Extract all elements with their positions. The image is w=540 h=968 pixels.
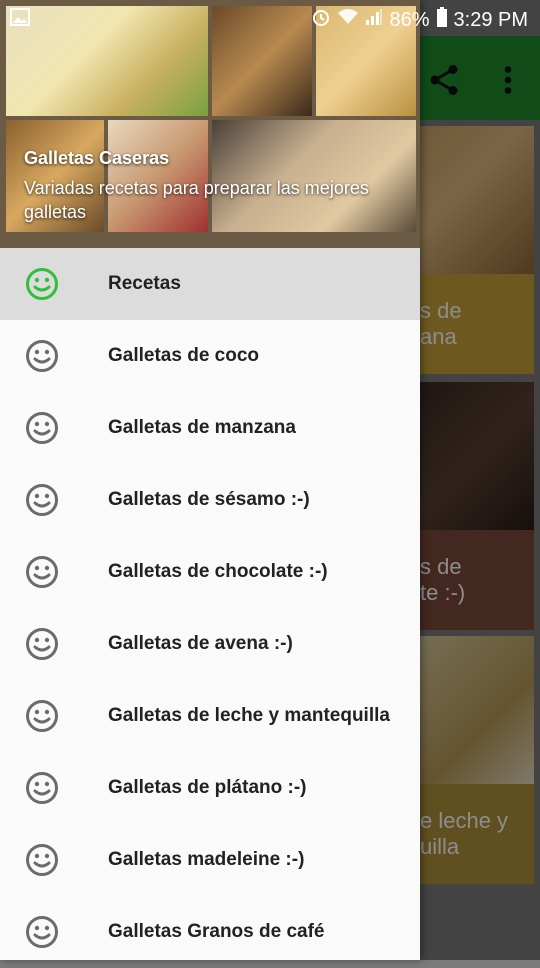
menu-item-label: Galletas de plátano :-) xyxy=(108,777,307,798)
smiley-icon xyxy=(26,268,58,300)
clock: 3:29 PM xyxy=(453,8,528,31)
image-notification-icon xyxy=(10,8,30,32)
menu-item-label: Galletas de chocolate :-) xyxy=(108,561,328,582)
smiley-icon xyxy=(26,916,58,948)
menu-item-chocolate[interactable]: Galletas de chocolate :-) xyxy=(0,536,420,608)
menu-item-label: Galletas madeleine :-) xyxy=(108,849,305,870)
smiley-icon xyxy=(26,340,58,372)
menu-item-label: Recetas xyxy=(108,273,181,294)
menu-item-platano[interactable]: Galletas de plátano :-) xyxy=(0,752,420,824)
navigation-drawer: Galletas Caseras Variadas recetas para p… xyxy=(0,0,420,960)
menu-item-label: Galletas Granos de café xyxy=(108,921,325,942)
menu-item-avena[interactable]: Galletas de avena :-) xyxy=(0,608,420,680)
menu-item-label: Galletas de manzana xyxy=(108,417,296,438)
battery-icon xyxy=(436,7,448,33)
drawer-header: Galletas Caseras Variadas recetas para p… xyxy=(0,0,420,248)
alarm-icon xyxy=(311,7,331,33)
menu-item-leche-mantequilla[interactable]: Galletas de leche y mantequilla xyxy=(0,680,420,752)
menu-item-label: Galletas de sésamo :-) xyxy=(108,489,310,510)
drawer-header-subtitle: Variadas recetas para preparar las mejor… xyxy=(24,178,369,222)
menu-item-label: Galletas de leche y mantequilla xyxy=(108,705,390,726)
drawer-menu: Recetas Galletas de coco Galletas de man… xyxy=(0,248,420,968)
wifi-icon xyxy=(337,8,359,32)
signal-icon xyxy=(365,8,383,32)
drawer-header-title: Galletas Caseras xyxy=(24,148,170,168)
smiley-icon xyxy=(26,556,58,588)
battery-percent: 86% xyxy=(389,8,430,31)
menu-item-label: Galletas de coco xyxy=(108,345,260,366)
menu-item-coco[interactable]: Galletas de coco xyxy=(0,320,420,392)
smiley-icon xyxy=(26,844,58,876)
smiley-icon xyxy=(26,412,58,444)
menu-item-granos-cafe[interactable]: Galletas Granos de café xyxy=(0,896,420,968)
menu-item-manzana[interactable]: Galletas de manzana xyxy=(0,392,420,464)
menu-item-label: Galletas de avena :-) xyxy=(108,633,293,654)
menu-item-recetas[interactable]: Recetas xyxy=(0,248,420,320)
smiley-icon xyxy=(26,484,58,516)
smiley-icon xyxy=(26,628,58,660)
menu-item-sesamo[interactable]: Galletas de sésamo :-) xyxy=(0,464,420,536)
menu-item-madeleine[interactable]: Galletas madeleine :-) xyxy=(0,824,420,896)
smiley-icon xyxy=(26,700,58,732)
smiley-icon xyxy=(26,772,58,804)
status-bar: 86% 3:29 PM xyxy=(0,0,540,36)
